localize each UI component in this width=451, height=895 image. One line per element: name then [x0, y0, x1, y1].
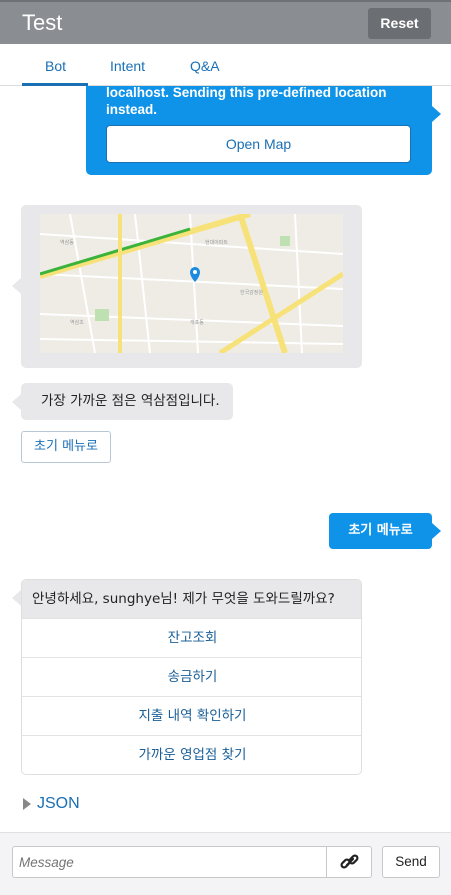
json-toggle[interactable]: JSON: [23, 795, 80, 813]
user-main-menu-message: 초기 메뉴로: [329, 513, 432, 549]
location-notice-text: localhost. Sending this pre-defined loca…: [106, 86, 387, 117]
map-message: 역삼동 현대아파트 한국감정원 역삼초 개포동: [21, 205, 362, 368]
tab-bar: Bot Intent Q&A: [0, 44, 451, 86]
svg-text:한국감정원: 한국감정원: [240, 289, 263, 296]
map-svg: 역삼동 현대아파트 한국감정원 역삼초 개포동: [40, 214, 343, 353]
app-header: Test Reset: [0, 0, 451, 44]
chat-log[interactable]: localhost. Sending this pre-defined loca…: [0, 86, 451, 832]
svg-text:현대아파트: 현대아파트: [205, 239, 228, 246]
option-spending-history[interactable]: 지출 내역 확인하기: [22, 696, 361, 735]
bubble-tail: [432, 523, 441, 539]
option-find-branch[interactable]: 가까운 영업점 찾기: [22, 735, 361, 774]
tab-qa[interactable]: Q&A: [190, 58, 220, 74]
svg-text:개포동: 개포동: [190, 319, 204, 326]
svg-text:역삼동: 역삼동: [60, 239, 74, 246]
greeting-card: 안녕하세요, sunghye님! 제가 무엇을 도와드릴까요? 잔고조회 송금하…: [21, 579, 362, 775]
open-map-button[interactable]: Open Map: [106, 125, 411, 163]
bubble-tail: [12, 278, 21, 294]
link-icon: [340, 854, 359, 869]
app-title: Test: [22, 10, 63, 35]
bubble-tail: [12, 590, 21, 606]
tab-bot[interactable]: Bot: [45, 58, 66, 74]
greeting-text: 안녕하세요, sunghye님! 제가 무엇을 도와드릴까요?: [22, 580, 361, 618]
bubble-tail: [432, 106, 441, 122]
composer: Send: [0, 832, 451, 895]
reset-button[interactable]: Reset: [368, 8, 431, 39]
send-button[interactable]: Send: [382, 846, 440, 878]
map-image[interactable]: 역삼동 현대아파트 한국감정원 역삼초 개포동: [40, 214, 343, 353]
main-menu-button[interactable]: 초기 메뉴로: [21, 431, 111, 463]
bot-nearest-branch-message: 가장 가까운 점은 역삼점입니다.: [21, 383, 233, 420]
option-transfer[interactable]: 송금하기: [22, 657, 361, 696]
user-location-message: localhost. Sending this pre-defined loca…: [86, 86, 432, 175]
option-balance[interactable]: 잔고조회: [22, 618, 361, 657]
attach-link-button[interactable]: [326, 846, 372, 878]
bubble-tail: [12, 394, 21, 410]
triangle-right-icon: [23, 797, 31, 810]
json-toggle-label: JSON: [37, 795, 80, 812]
svg-text:역삼초: 역삼초: [70, 319, 84, 326]
message-input[interactable]: [12, 846, 326, 878]
tab-intent[interactable]: Intent: [110, 58, 145, 74]
